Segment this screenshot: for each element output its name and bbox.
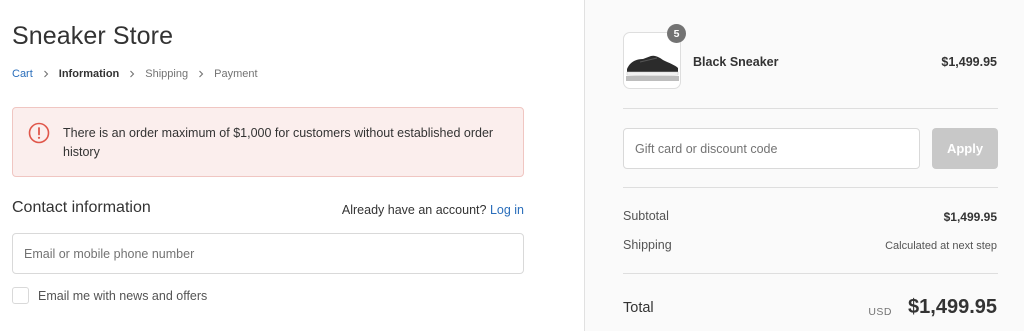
apply-button[interactable]: Apply [932, 128, 998, 169]
chevron-right-icon [197, 70, 205, 78]
total-value: $1,499.95 [908, 296, 997, 318]
subtotal-value: $1,499.95 [943, 210, 997, 224]
divider [623, 187, 998, 188]
chevron-right-icon [128, 70, 136, 78]
breadcrumb-cart[interactable]: Cart [12, 68, 33, 80]
account-prompt: Already have an account? Log in [342, 203, 524, 217]
checkout-main: Sneaker Store Cart Information Shipping … [0, 0, 584, 331]
chevron-right-icon [42, 70, 50, 78]
email-field[interactable] [12, 233, 524, 274]
newsletter-label[interactable]: Email me with news and offers [38, 289, 207, 303]
shipping-value: Calculated at next step [885, 240, 997, 252]
alert-circle-icon [28, 122, 50, 144]
divider [623, 108, 998, 109]
order-limit-notice: There is an order maximum of $1,000 for … [12, 107, 524, 177]
product-price: $1,499.95 [941, 55, 997, 69]
login-link[interactable]: Log in [490, 203, 524, 217]
discount-code-field[interactable] [623, 128, 920, 169]
shipping-label: Shipping [623, 238, 672, 252]
product-image: 5 [623, 24, 686, 89]
breadcrumb-information: Information [58, 68, 120, 80]
breadcrumb-shipping: Shipping [145, 68, 189, 80]
product-name: Black Sneaker [693, 55, 779, 69]
total-label: Total [623, 300, 654, 316]
total-currency: USD [868, 306, 892, 318]
contact-section-title: Contact information [12, 199, 151, 216]
newsletter-checkbox[interactable] [12, 287, 29, 304]
checkout-page: Sneaker Store Cart Information Shipping … [0, 0, 1024, 331]
store-title[interactable]: Sneaker Store [12, 22, 173, 51]
notice-message: There is an order maximum of $1,000 for … [63, 126, 494, 159]
subtotal-label: Subtotal [623, 209, 669, 223]
order-summary: 5 Black Sneaker $1,499.95 Apply Subtotal… [584, 0, 1024, 331]
divider [623, 273, 998, 274]
newsletter-option[interactable]: Email me with news and offers [12, 287, 207, 304]
breadcrumb-payment: Payment [214, 68, 258, 80]
account-prompt-text: Already have an account? [341, 203, 487, 217]
breadcrumb: Cart Information Shipping Payment [12, 68, 258, 80]
sneaker-image [626, 47, 679, 81]
quantity-badge: 5 [667, 24, 686, 43]
